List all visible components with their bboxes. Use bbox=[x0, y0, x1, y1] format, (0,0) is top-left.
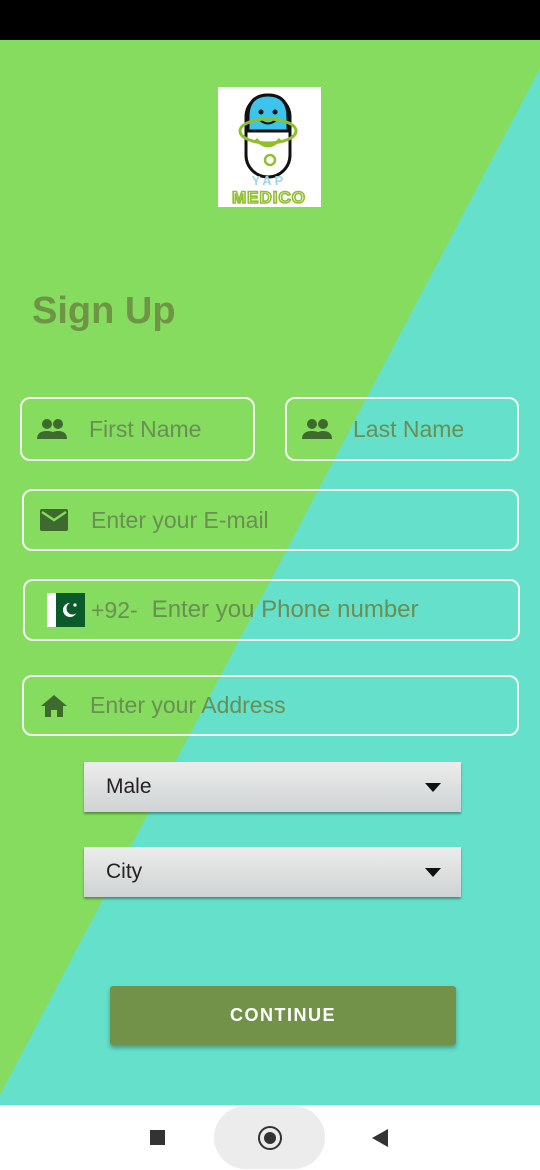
first-name-placeholder: First Name bbox=[89, 415, 202, 442]
city-select[interactable]: City bbox=[84, 847, 461, 897]
email-placeholder: Enter your E-mail bbox=[91, 506, 269, 533]
svg-text:YAP: YAP bbox=[252, 173, 287, 188]
first-name-field[interactable]: First Name bbox=[20, 397, 255, 461]
last-name-field[interactable]: Last Name bbox=[285, 397, 519, 461]
mail-icon bbox=[36, 502, 72, 538]
city-select-value: City bbox=[106, 860, 143, 883]
svg-text:MEDICO: MEDICO bbox=[232, 188, 306, 207]
dropdown-caret-icon bbox=[425, 782, 441, 792]
dropdown-caret-icon bbox=[425, 867, 441, 877]
app-screen: YAP MEDICO Sign Up First Name Last Name … bbox=[0, 40, 540, 1105]
back-icon[interactable] bbox=[372, 1129, 388, 1147]
phone-placeholder: Enter you Phone number bbox=[151, 596, 419, 623]
pakistan-flag-icon bbox=[47, 593, 85, 627]
recent-apps-icon[interactable] bbox=[150, 1130, 165, 1145]
system-nav-bar bbox=[0, 1105, 540, 1170]
address-field[interactable]: Enter your Address bbox=[22, 675, 519, 736]
status-bar bbox=[0, 0, 540, 40]
app-logo: YAP MEDICO bbox=[218, 87, 321, 208]
gender-select-value: Male bbox=[106, 775, 152, 798]
home-icon bbox=[36, 688, 72, 724]
page-title: Sign Up bbox=[32, 290, 176, 332]
gender-select[interactable]: Male bbox=[84, 762, 461, 812]
country-code: +92- bbox=[91, 596, 138, 623]
people-icon bbox=[34, 411, 70, 447]
people-icon bbox=[299, 411, 335, 447]
email-field[interactable]: Enter your E-mail bbox=[22, 489, 519, 551]
last-name-placeholder: Last Name bbox=[353, 415, 465, 442]
phone-field[interactable]: +92- Enter you Phone number bbox=[23, 579, 520, 641]
continue-button[interactable]: CONTINUE bbox=[110, 986, 456, 1045]
address-placeholder: Enter your Address bbox=[90, 692, 286, 718]
home-circle-icon[interactable] bbox=[258, 1126, 282, 1150]
